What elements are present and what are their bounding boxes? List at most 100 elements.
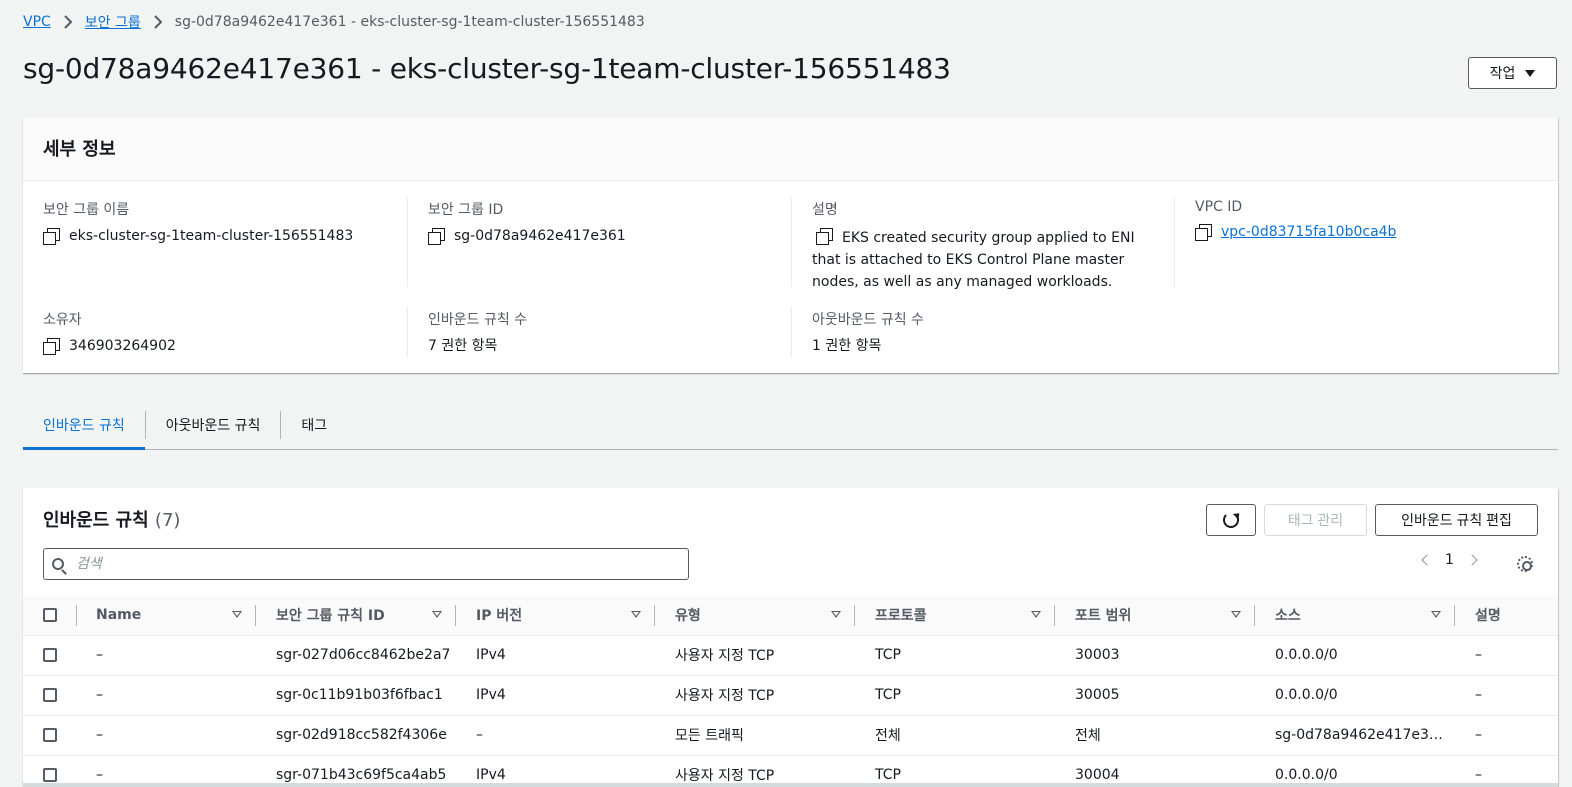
vpc-id-label: VPC ID [1195,199,1243,215]
chevron-right-icon [153,15,163,29]
breadcrumb-vpc-link[interactable]: VPC [23,14,51,30]
outbound-count-field: 아웃바운드 규칙 수 1 권한 항목 [812,309,1157,357]
sg-name-value: eks-cluster-sg-1team-cluster-156551483 [69,228,354,244]
tab-bar: 인바운드 규칙 아웃바운드 규칙 태그 [23,400,1558,450]
row-checkbox[interactable] [43,768,57,783]
copy-icon[interactable] [428,228,445,245]
sg-id-label: 보안 그룹 ID [428,202,504,218]
sort-icon [1031,611,1041,618]
sg-name-field: 보안 그룹 이름 eks-cluster-sg-1team-cluster-15… [43,199,403,247]
sg-name-label: 보안 그룹 이름 [43,202,130,218]
cell-port-range: 30003 [1075,647,1120,663]
inbound-rules-panel: 인바운드 규칙 (7) 태그 관리 인바운드 규칙 편집 1 Name 보안 그… [23,488,1558,787]
column-header-protocol[interactable]: 프로토콜 [855,596,1055,635]
tab-tags[interactable]: 태그 [281,400,347,450]
horizontal-scrollbar[interactable] [23,783,1558,787]
inbound-count-value: 7 권한 항목 [428,338,498,354]
inbound-count-field: 인바운드 규칙 수 7 권한 항목 [428,309,788,357]
cell-rule-id: sgr-027d06cc8462be2a7 [276,647,451,663]
column-header-ip-version[interactable]: IP 버전 [456,596,655,635]
sg-id-field: 보안 그룹 ID sg-0d78a9462e417e361 [428,199,788,247]
sort-icon [1231,611,1241,618]
cell-port-range: 30005 [1075,687,1120,703]
table-header-row: Name 보안 그룹 규칙 ID IP 버전 유형 프로토콜 포트 범위 소스 … [23,596,1558,635]
column-header-description[interactable]: 설명 [1455,596,1558,635]
cell-name: – [96,647,103,663]
copy-icon[interactable] [43,338,60,355]
inbound-rules-heading: 인바운드 규칙 (7) [43,506,180,532]
cell-rule-id: sgr-0c11b91b03f6fbac1 [276,687,443,703]
details-grid: 보안 그룹 이름 eks-cluster-sg-1team-cluster-15… [23,181,1558,373]
cell-ip-version: IPv4 [476,687,506,703]
column-header-source[interactable]: 소스 [1255,596,1455,635]
refresh-button[interactable] [1206,504,1256,536]
copy-icon[interactable] [816,228,833,245]
inbound-rules-table: Name 보안 그룹 규칙 ID IP 버전 유형 프로토콜 포트 범위 소스 … [23,596,1558,787]
cell-type: 사용자 지정 TCP [675,648,775,664]
tab-outbound-rules[interactable]: 아웃바운드 규칙 [146,400,281,450]
gear-icon[interactable] [1517,556,1533,572]
chevron-right-icon [63,15,73,29]
table-row[interactable]: – sgr-0c11b91b03f6fbac1 IPv4 사용자 지정 TCP … [23,675,1558,715]
cell-name: – [96,727,103,743]
breadcrumb-security-groups-link[interactable]: 보안 그룹 [85,12,141,32]
sort-icon [631,611,641,618]
vpc-id-link[interactable]: vpc-0d83715fa10b0ca4b [1221,221,1396,243]
row-checkbox[interactable] [43,648,57,662]
refresh-icon [1223,512,1239,528]
column-divider [791,197,792,287]
previous-page-icon[interactable] [1421,554,1433,566]
cell-protocol: 전체 [875,728,901,744]
select-all-checkbox[interactable] [43,608,57,623]
tab-inbound-rules[interactable]: 인바운드 규칙 [23,400,145,450]
column-divider [1174,197,1175,287]
edit-inbound-rules-button[interactable]: 인바운드 규칙 편집 [1375,504,1538,536]
sg-id-value: sg-0d78a9462e417e361 [454,228,626,244]
row-checkbox[interactable] [43,688,57,702]
page-title: sg-0d78a9462e417e361 - eks-cluster-sg-1t… [23,52,951,85]
sort-icon [432,611,442,618]
column-divider [407,307,408,357]
sort-icon [831,611,841,618]
table-row[interactable]: – sgr-02d918cc582f4306e – 모든 트래픽 전체 전체 s… [23,715,1558,755]
vpc-id-field: VPC ID vpc-0d83715fa10b0ca4b [1195,199,1535,243]
row-checkbox[interactable] [43,728,57,742]
cell-source: 0.0.0.0/0 [1275,647,1338,663]
search-icon [52,558,64,570]
cell-protocol: TCP [875,687,901,703]
column-header-type[interactable]: 유형 [655,596,855,635]
pagination: 1 [1421,552,1478,568]
select-all-header [23,596,77,635]
actions-dropdown-button[interactable]: 작업 [1468,57,1557,89]
description-label: 설명 [812,202,838,218]
column-header-name[interactable]: Name [76,596,256,635]
copy-icon[interactable] [43,228,60,245]
caret-down-icon [1525,69,1536,77]
cell-source: 0.0.0.0/0 [1275,687,1338,703]
inbound-rules-title: 인바운드 규칙 [43,510,149,531]
cell-type: 사용자 지정 TCP [675,688,775,704]
outbound-count-label: 아웃바운드 규칙 수 [812,312,924,328]
copy-icon[interactable] [1195,224,1212,241]
table-row[interactable]: – sgr-027d06cc8462be2a7 IPv4 사용자 지정 TCP … [23,635,1558,675]
owner-label: 소유자 [43,312,82,328]
outbound-count-value: 1 권한 항목 [812,338,882,354]
cell-source: sg-0d78a9462e417e3… [1275,727,1443,743]
current-page-number[interactable]: 1 [1445,552,1454,568]
column-header-rule-id[interactable]: 보안 그룹 규칙 ID [256,596,456,635]
details-title: 세부 정보 [23,117,1558,181]
owner-value: 346903264902 [69,338,176,354]
cell-description: – [1475,647,1482,663]
column-divider [791,307,792,357]
search-field [43,548,689,580]
breadcrumb: VPC 보안 그룹 sg-0d78a9462e417e361 - eks-clu… [23,12,645,32]
next-page-icon[interactable] [1466,554,1478,566]
search-input[interactable] [76,556,676,572]
column-header-port-range[interactable]: 포트 범위 [1055,596,1255,635]
cell-rule-id: sgr-02d918cc582f4306e [276,727,447,743]
cell-description: – [1475,687,1482,703]
manage-tags-button[interactable]: 태그 관리 [1264,504,1367,536]
sort-icon [1431,611,1441,618]
breadcrumb-current: sg-0d78a9462e417e361 - eks-cluster-sg-1t… [174,14,645,30]
actions-label: 작업 [1489,65,1516,81]
